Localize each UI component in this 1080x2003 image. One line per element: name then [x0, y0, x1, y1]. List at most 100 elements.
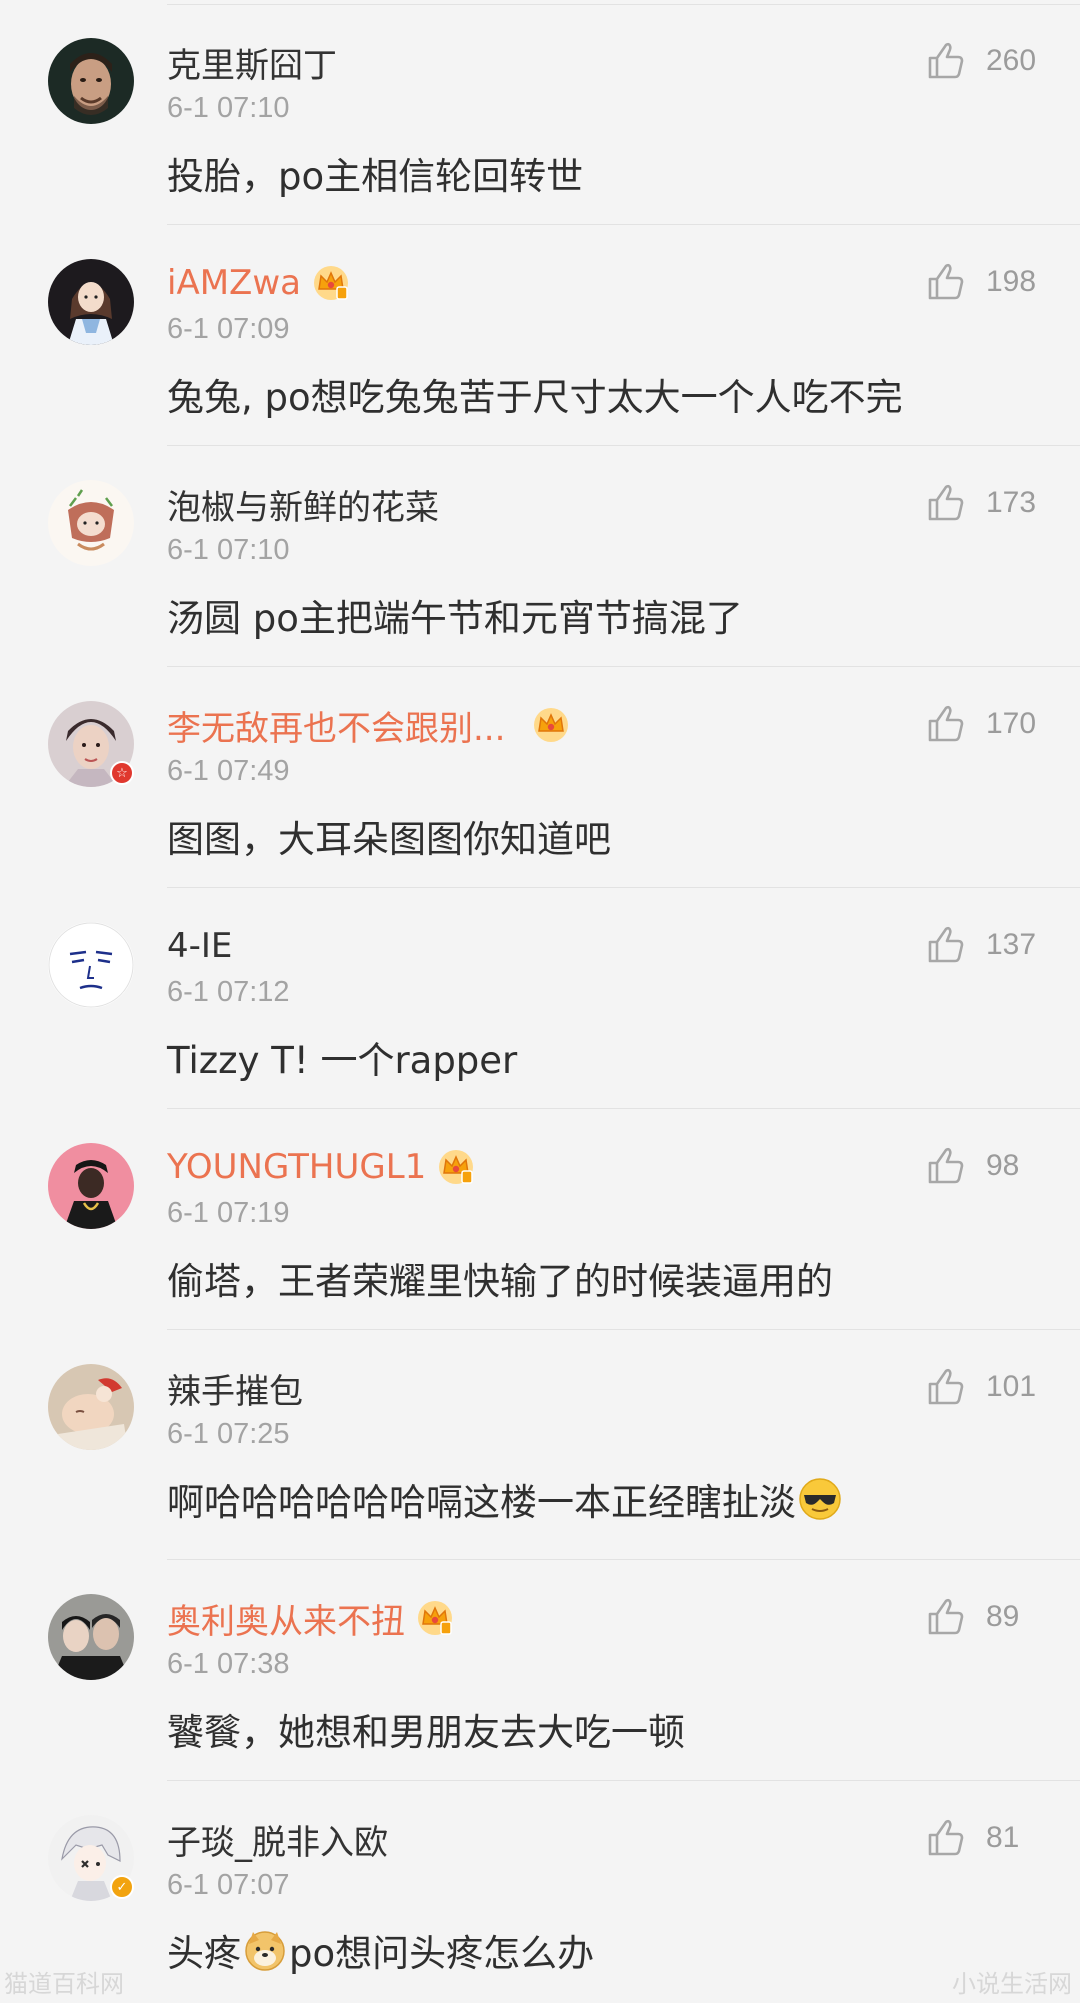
crown-vip-icon: [311, 263, 351, 303]
username[interactable]: 子琰_脱非入欧: [167, 1815, 388, 1864]
timestamp: 6-1 07:09: [167, 313, 290, 345]
comment-text: Tizzy T! 一个rapper: [167, 1030, 517, 1084]
avatar[interactable]: [48, 1594, 134, 1680]
like-count: 101: [986, 1370, 1037, 1403]
like-count: 98: [986, 1149, 1020, 1182]
thumbs-up-icon[interactable]: [924, 923, 968, 967]
comment-text-content: 偷塔，王者荣耀里快输了的时候装逼用的: [167, 1260, 833, 1303]
comment-text: 偷塔，王者荣耀里快输了的时候装逼用的: [167, 1251, 833, 1305]
like-count: 198: [986, 265, 1037, 298]
sunglasses-emoji-icon: [798, 1477, 842, 1521]
avatar[interactable]: [48, 922, 134, 1008]
thumbs-up-icon[interactable]: [924, 702, 968, 746]
timestamp: 6-1 07:10: [167, 92, 290, 124]
watermark-left: 猫道百科网: [4, 1970, 124, 1998]
avatar[interactable]: [48, 38, 134, 124]
comment-item: YOUNGTHUGL1 6-1 07:19 偷塔，王者荣耀里快输了的时候装逼用的…: [0, 1109, 1080, 1330]
username-row: YOUNGTHUGL1: [167, 1145, 476, 1189]
username-row: 子琰_脱非入欧: [167, 1815, 388, 1864]
comment-item: iAMZwa 6-1 07:09 兔兔, po想吃兔兔苦于尺寸太大一个人吃不完 …: [0, 225, 1080, 446]
timestamp: 6-1 07:49: [167, 755, 290, 787]
comment-text-before: 头疼: [167, 1932, 241, 1975]
like-button[interactable]: 170: [924, 699, 1038, 749]
username-row: 奥利奥从来不扭: [167, 1594, 455, 1643]
avatar[interactable]: [48, 1143, 134, 1229]
username-row: 李无敌再也不会跟别...: [167, 701, 571, 750]
sketch-face-avatar: [48, 922, 134, 1008]
cartoon-girl-avatar: [48, 259, 134, 345]
verified-badge-icon: ✓: [110, 1875, 134, 1899]
username[interactable]: 克里斯囧丁: [167, 38, 337, 87]
comment-text-content: 兔兔, po想吃兔兔苦于尺寸太大一个人吃不完: [167, 376, 903, 419]
watermark-right: 小说生活网: [952, 1970, 1072, 1998]
thumbs-up-icon[interactable]: [924, 39, 968, 83]
man-portrait-avatar: [48, 38, 134, 124]
comment-text-content: 投胎，po主相信轮回转世: [167, 155, 584, 198]
username-row: 4-IE: [167, 924, 232, 968]
avatar[interactable]: [48, 259, 134, 345]
comment-item: 奥利奥从来不扭 6-1 07:38 饕餮，她想和男朋友去大吃一顿 89: [0, 1560, 1080, 1781]
timestamp: 6-1 07:19: [167, 1197, 290, 1229]
username[interactable]: 李无敌再也不会跟别...: [167, 701, 505, 750]
thumbs-up-icon[interactable]: [924, 481, 968, 525]
username-row: 辣手摧包: [167, 1364, 303, 1413]
username[interactable]: YOUNGTHUGL1: [167, 1147, 426, 1187]
thumbs-up-icon[interactable]: [924, 260, 968, 304]
like-count: 170: [986, 707, 1037, 740]
sleeping-baby-avatar: [48, 1364, 134, 1450]
comment-text-content: Tizzy T! 一个rapper: [167, 1039, 518, 1082]
comment-text-content: 饕餮，她想和男朋友去大吃一顿: [167, 1711, 685, 1754]
like-button[interactable]: 173: [924, 478, 1038, 528]
comment-item: ☆ 李无敌再也不会跟别... 6-1 07:49 图图，大耳朵图图你知道吧 17…: [0, 667, 1080, 888]
like-count: 260: [986, 44, 1037, 77]
comment-text: 饕餮，她想和男朋友去大吃一顿: [167, 1702, 685, 1756]
username[interactable]: iAMZwa: [167, 263, 301, 303]
comment-text: 汤圆 po主把端午节和元宵节搞混了: [167, 588, 743, 642]
crown-vip-icon: [415, 1598, 455, 1638]
like-button[interactable]: 98: [924, 1141, 1038, 1191]
like-button[interactable]: 260: [924, 36, 1038, 86]
username-row: 克里斯囧丁: [167, 38, 337, 87]
like-button[interactable]: 198: [924, 257, 1038, 307]
username-row: 泡椒与新鲜的花菜: [167, 480, 439, 529]
like-button[interactable]: 89: [924, 1592, 1038, 1642]
comment-item: 辣手摧包 6-1 07:25 啊哈哈哈哈哈哈嗝这楼一本正经瞎扯淡 101: [0, 1330, 1080, 1560]
comment-text: 投胎，po主相信轮回转世: [167, 146, 583, 200]
comment-text: 兔兔, po想吃兔兔苦于尺寸太大一个人吃不完: [167, 367, 903, 421]
comment-text: 图图，大耳朵图图你知道吧: [167, 809, 611, 863]
timestamp: 6-1 07:12: [167, 976, 290, 1008]
avatar[interactable]: [48, 1364, 134, 1450]
doge-emoji-icon: [243, 1928, 287, 1972]
thumbs-up-icon[interactable]: [924, 1816, 968, 1860]
like-button[interactable]: 81: [924, 1813, 1038, 1863]
avatar[interactable]: ☆: [48, 701, 134, 787]
username[interactable]: 奥利奥从来不扭: [167, 1594, 405, 1643]
comment-item: 克里斯囧丁 6-1 07:10 投胎，po主相信轮回转世 260: [0, 4, 1080, 225]
username[interactable]: 辣手摧包: [167, 1364, 303, 1413]
like-count: 137: [986, 928, 1037, 961]
username[interactable]: 4-IE: [167, 926, 232, 966]
comment-item: 泡椒与新鲜的花菜 6-1 07:10 汤圆 po主把端午节和元宵节搞混了 173: [0, 446, 1080, 667]
comment-text-content: 汤圆 po主把端午节和元宵节搞混了: [167, 597, 743, 640]
rapper-pink-avatar: [48, 1143, 134, 1229]
username-row: iAMZwa: [167, 261, 351, 305]
comment-text-content: 图图，大耳朵图图你知道吧: [167, 818, 611, 861]
avatar[interactable]: ✓: [48, 1815, 134, 1901]
username[interactable]: 泡椒与新鲜的花菜: [167, 480, 439, 529]
like-button[interactable]: 137: [924, 920, 1038, 970]
timestamp: 6-1 07:10: [167, 534, 290, 566]
timestamp: 6-1 07:07: [167, 1869, 290, 1901]
timestamp: 6-1 07:38: [167, 1648, 290, 1680]
couple-photo-avatar: [48, 1594, 134, 1680]
thumbs-up-icon[interactable]: [924, 1144, 968, 1188]
anime-doodle-avatar: [48, 480, 134, 566]
thumbs-up-icon[interactable]: [924, 1365, 968, 1409]
comment-text: 啊哈哈哈哈哈哈嗝这楼一本正经瞎扯淡: [167, 1472, 844, 1526]
like-button[interactable]: 101: [924, 1362, 1038, 1412]
like-count: 81: [986, 1821, 1020, 1854]
comment-text: 头疼 po想问头疼怎么办: [167, 1923, 594, 1977]
comment-text-content: 啊哈哈哈哈哈哈嗝这楼一本正经瞎扯淡: [167, 1481, 796, 1524]
crown-vip-icon: [436, 1147, 476, 1187]
avatar[interactable]: [48, 480, 134, 566]
thumbs-up-icon[interactable]: [924, 1595, 968, 1639]
